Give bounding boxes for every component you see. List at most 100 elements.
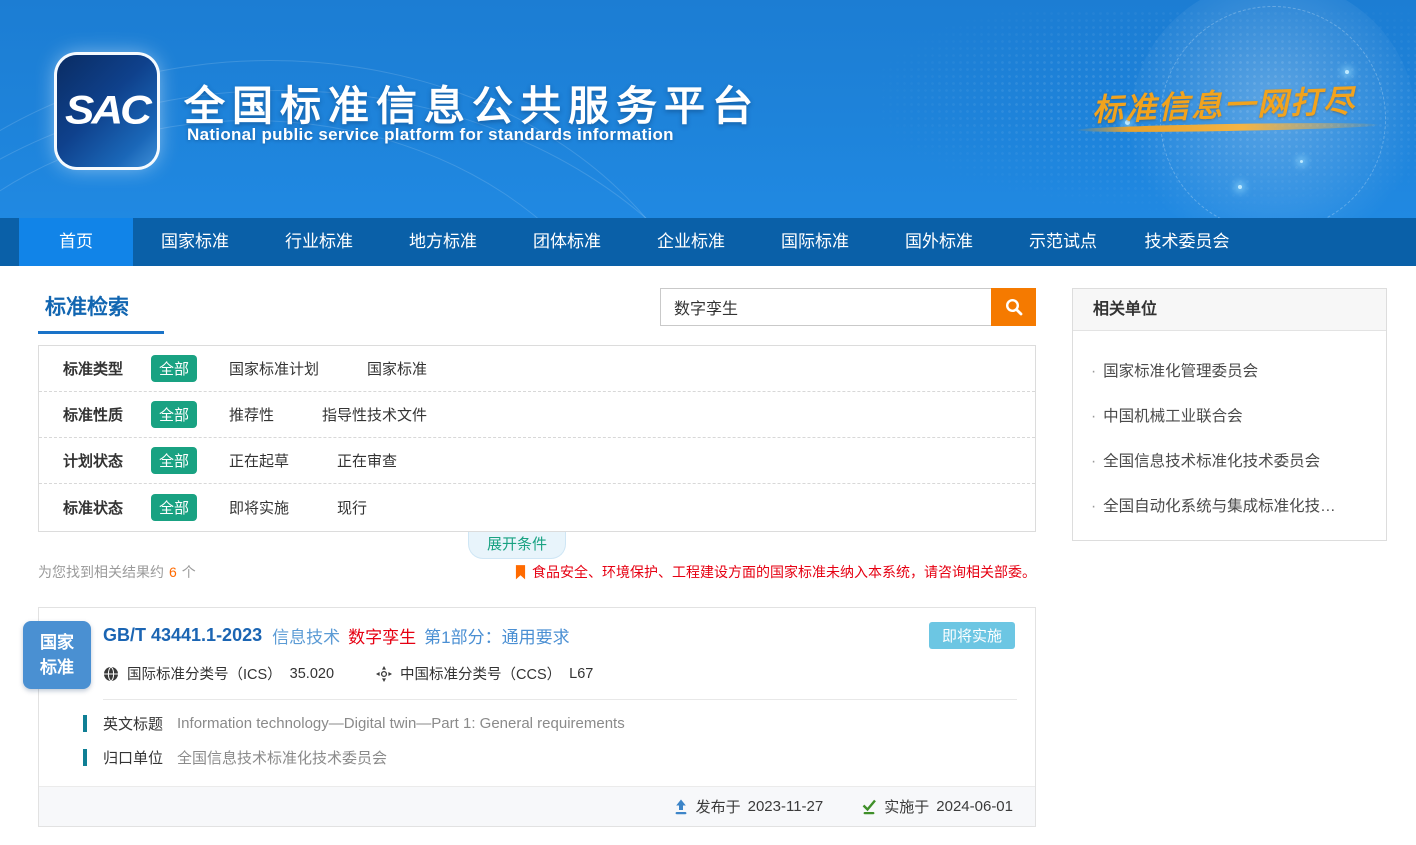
related-unit-label: 国家标准化管理委员会 <box>1103 363 1258 380</box>
related-unit-link[interactable]: · 全国信息技术标准化技术委员会 <box>1091 449 1368 471</box>
national-standard-badge: 国家 标准 <box>23 621 91 689</box>
nav-item-group-standards[interactable]: 团体标准 <box>505 218 629 266</box>
department-label: 归口单位 <box>103 747 163 768</box>
filter-panel: 标准类型 全部 国家标准计划 国家标准 标准性质 全部 推荐性 指导性技术文件 … <box>38 345 1036 532</box>
nav-item-industry-standards[interactable]: 行业标准 <box>257 218 381 266</box>
ccs-label: 中国标准分类号（CCS） <box>400 663 561 684</box>
english-title-row: 英文标题 Information technology—Digital twin… <box>83 713 1035 734</box>
result-count-suffix: 个 <box>182 564 196 580</box>
card-divider <box>103 699 1017 700</box>
spark-decoration <box>1238 185 1242 189</box>
result-count-prefix: 为您找到相关结果约 <box>38 564 164 580</box>
related-unit-label: 全国自动化系统与集成标准化技… <box>1103 498 1336 515</box>
department-row: 归口单位 全国信息技术标准化技术委员会 <box>83 747 1035 768</box>
filter-label: 标准状态 <box>63 497 151 518</box>
filter-all-button[interactable]: 全部 <box>151 355 197 382</box>
site-title: 全国标准信息公共服务平台 <box>184 72 760 132</box>
related-unit-label: 全国信息技术标准化技术委员会 <box>1103 453 1320 470</box>
english-title-label: 英文标题 <box>103 713 163 734</box>
nav-item-national-standards[interactable]: 国家标准 <box>133 218 257 266</box>
filter-label: 标准性质 <box>63 404 151 425</box>
filter-option[interactable]: 正在起草 <box>229 450 289 471</box>
sac-logo[interactable]: SAC <box>57 55 157 167</box>
search-icon <box>1004 297 1024 317</box>
compass-icon <box>376 666 392 682</box>
spark-decoration <box>1300 160 1303 163</box>
nav-item-pilot[interactable]: 示范试点 <box>1001 218 1125 266</box>
implement-label: 实施于 <box>884 796 929 817</box>
filter-label: 标准类型 <box>63 358 151 379</box>
filter-option[interactable]: 指导性技术文件 <box>322 404 427 425</box>
result-count: 为您找到相关结果约 6个 <box>38 562 196 582</box>
nav-item-foreign-standards[interactable]: 国外标准 <box>877 218 1001 266</box>
search-input[interactable] <box>660 288 991 326</box>
expand-conditions-button[interactable]: 展开条件 <box>468 532 566 559</box>
site-header: SAC 全国标准信息公共服务平台 National public service… <box>0 0 1416 218</box>
filter-option[interactable]: 国家标准 <box>367 358 427 379</box>
implement-date: 2024-06-01 <box>936 798 1013 815</box>
standard-title-highlight[interactable]: 数字孪生 <box>348 623 416 648</box>
filter-option[interactable]: 即将实施 <box>229 497 289 518</box>
site-subtitle: National public service platform for sta… <box>187 125 674 145</box>
nav-item-local-standards[interactable]: 地方标准 <box>381 218 505 266</box>
related-unit-link[interactable]: · 全国自动化系统与集成标准化技… <box>1091 494 1368 516</box>
filter-option[interactable]: 推荐性 <box>229 404 274 425</box>
standard-code-link[interactable]: GB/T 43441.1-2023 <box>103 625 262 646</box>
list-bullet: · <box>1091 453 1096 470</box>
status-badge: 即将实施 <box>929 622 1015 649</box>
standard-result-card: 国家 标准 GB/T 43441.1-2023 信息技术 数字孪生 第1部分：通… <box>38 607 1036 827</box>
related-units-title: 相关单位 <box>1073 289 1386 331</box>
card-head: GB/T 43441.1-2023 信息技术 数字孪生 第1部分：通用要求 即将… <box>39 608 1035 684</box>
filter-option[interactable]: 正在审查 <box>337 450 397 471</box>
nav-item-international-standards[interactable]: 国际标准 <box>753 218 877 266</box>
implement-date-item: 实施于 2024-06-01 <box>861 796 1013 817</box>
nav-item-enterprise-standards[interactable]: 企业标准 <box>629 218 753 266</box>
classification-row: 国际标准分类号（ICS） 35.020 中国标准分类号（CCS） L67 <box>103 663 1015 684</box>
filter-row-plan-status: 计划状态 全部 正在起草 正在审查 <box>39 438 1035 484</box>
result-meta-row: 为您找到相关结果约 6个 食品安全、环境保护、工程建设方面的国家标准未纳入本系统，… <box>38 562 1036 582</box>
sac-logo-text: SAC <box>65 89 149 134</box>
page: SAC 全国标准信息公共服务平台 National public service… <box>0 0 1416 845</box>
filter-row-standard-type: 标准类型 全部 国家标准计划 国家标准 <box>39 346 1035 392</box>
detail-bar-decoration <box>83 715 87 732</box>
related-unit-link[interactable]: · 国家标准化管理委员会 <box>1091 359 1368 381</box>
ics-label: 国际标准分类号（ICS） <box>127 663 282 684</box>
badge-line2: 标准 <box>40 655 74 681</box>
result-count-number: 6 <box>169 564 177 580</box>
english-title-value: Information technology—Digital twin—Part… <box>177 715 625 732</box>
filter-all-button[interactable]: 全部 <box>151 401 197 428</box>
ics-value: 35.020 <box>290 666 334 682</box>
department-value: 全国信息技术标准化技术委员会 <box>177 747 387 768</box>
publish-date: 2023-11-27 <box>748 798 824 815</box>
standard-title-part2[interactable]: 第1部分：通用要求 <box>424 623 569 648</box>
notice-text: 食品安全、环境保护、工程建设方面的国家标准未纳入本系统，请咨询相关部委。 <box>532 562 1036 582</box>
badge-line1: 国家 <box>40 630 74 656</box>
filter-all-button[interactable]: 全部 <box>151 494 197 521</box>
publish-label: 发布于 <box>696 796 741 817</box>
filter-option[interactable]: 现行 <box>337 497 367 518</box>
nav-item-technical-committee[interactable]: 技术委员会 <box>1125 218 1249 266</box>
related-units-panel: 相关单位 ·国家标准化管理委员会 ·中国机械工业联合会 ·全国信息技术标准化技术… <box>1072 288 1387 541</box>
filter-all-button[interactable]: 全部 <box>151 447 197 474</box>
system-notice: 食品安全、环境保护、工程建设方面的国家标准未纳入本系统，请咨询相关部委。 <box>515 562 1036 582</box>
related-units-list: ·国家标准化管理委员会 ·中国机械工业联合会 ·全国信息技术标准化技术委员会 ·… <box>1073 331 1386 540</box>
related-unit-label: 中国机械工业联合会 <box>1103 408 1243 425</box>
page-title: 标准检索 <box>45 291 129 321</box>
list-bullet: · <box>1091 498 1096 515</box>
detail-bar-decoration <box>83 749 87 766</box>
publish-icon <box>673 799 689 815</box>
related-unit-link[interactable]: ·中国机械工业联合会 <box>1091 404 1368 426</box>
standard-title-part1[interactable]: 信息技术 <box>272 623 340 648</box>
filter-label: 计划状态 <box>63 450 151 471</box>
globe-icon <box>103 666 119 682</box>
header-slogan: 标准信息一网打尽 <box>1091 75 1356 129</box>
search-button[interactable] <box>991 288 1036 326</box>
standard-title-row: GB/T 43441.1-2023 信息技术 数字孪生 第1部分：通用要求 即将… <box>103 622 1015 649</box>
search-box <box>660 288 1036 326</box>
publish-date-item: 发布于 2023-11-27 <box>673 796 824 817</box>
card-footer: 发布于 2023-11-27 实施于 2024-06-01 <box>39 786 1035 826</box>
list-bullet: · <box>1091 363 1096 380</box>
filter-option[interactable]: 国家标准计划 <box>229 358 319 379</box>
nav-item-home[interactable]: 首页 <box>19 218 133 266</box>
spark-decoration <box>1345 70 1349 74</box>
